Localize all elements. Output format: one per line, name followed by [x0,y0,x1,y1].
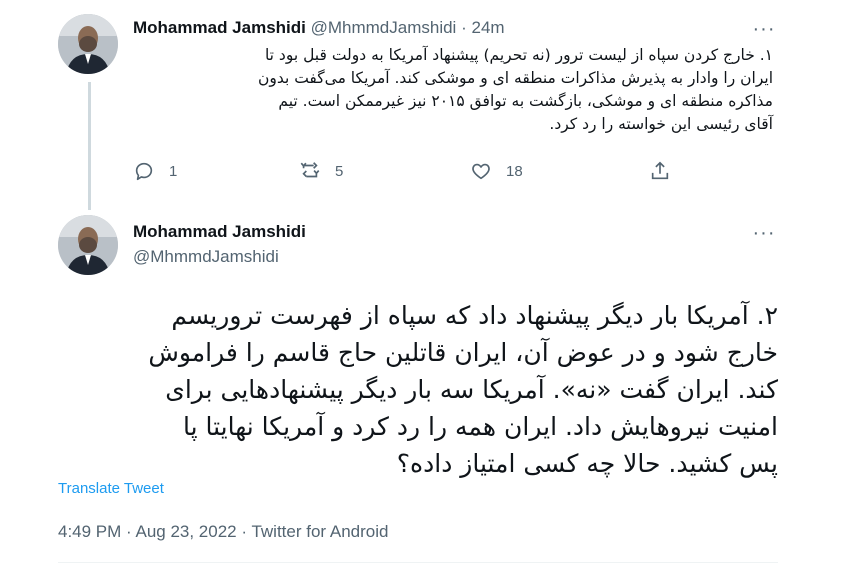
author-name[interactable]: Mohammad Jamshidi [133,222,306,242]
more-icon[interactable]: ··· [753,18,775,40]
like-count: 18 [506,162,523,180]
retweet-count: 5 [335,162,344,180]
reply-button[interactable]: 1 [133,160,177,182]
translate-tweet-link[interactable]: Translate Tweet [58,480,164,497]
tweet-source[interactable]: Twitter for Android [251,522,388,541]
reply-icon [135,162,153,181]
separator-dot: · [461,18,467,37]
author-name[interactable]: Mohammad Jamshidi [133,18,306,37]
thread-line [88,82,91,210]
share-icon [651,161,669,180]
tweet-time[interactable]: 24m [471,18,504,37]
tweet-1[interactable]: Mohammad Jamshidi @MhmmdJamshidi · 24m ·… [0,0,855,210]
share-button[interactable] [649,160,671,182]
author-handle[interactable]: @MhmmdJamshidi [133,247,279,267]
tweet-2[interactable]: Mohammad Jamshidi @MhmmdJamshidi ··· ۲. … [0,200,855,565]
avatar[interactable] [58,14,118,74]
retweet-icon [300,162,320,178]
avatar[interactable] [58,215,118,275]
tweet-header: Mohammad Jamshidi @MhmmdJamshidi · 24m [133,18,505,38]
tweet-text: ۲. آمریکا بار دیگر پیشنهاد داد که سپاه ا… [148,301,778,478]
tweet-meta: 4:49 PM · Aug 23, 2022 · Twitter for And… [58,522,388,542]
reply-count: 1 [169,162,178,180]
divider [58,562,778,563]
tweet-actions: 1 5 18 [133,160,693,188]
tweet-timestamp[interactable]: 4:49 PM · Aug 23, 2022 [58,522,237,541]
author-handle[interactable]: @MhmmdJamshidi [311,18,457,37]
tweet-text: ۱. خارج کردن سپاه از لیست ترور (نه تحریم… [257,46,773,133]
separator-dot: · [241,522,248,541]
more-icon[interactable]: ··· [753,222,775,244]
like-button[interactable]: 18 [470,160,523,182]
retweet-button[interactable]: 5 [299,160,343,182]
like-icon [472,163,490,180]
